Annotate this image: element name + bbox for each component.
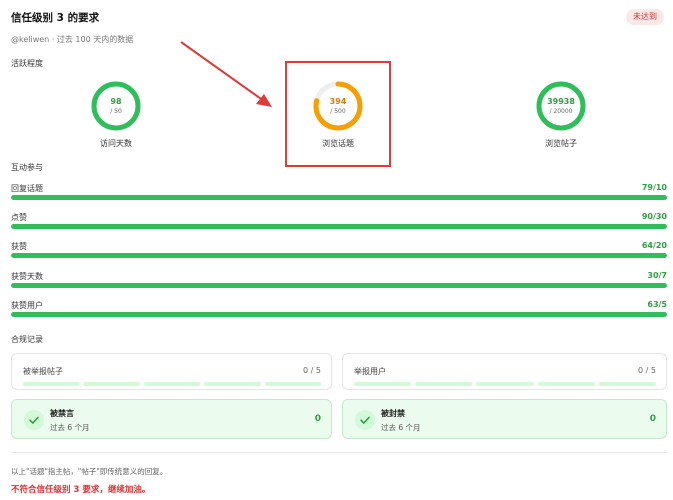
bar-likes-received-label: 获赞 [11,242,27,251]
bar-liked-days-value: 30/7 [647,271,667,280]
ring-visit-days-label: 访问天数 [100,139,132,148]
flagged-users-segments [354,382,657,386]
ring-visit-days-value: 98 [110,97,122,106]
bar-liked-days-label: 获赞天数 [11,272,43,281]
bar-liked-users-track [11,312,667,317]
ring-posts-viewed-arc [536,81,586,131]
bar-likes-given-fill [11,224,667,229]
bar-liked-users-value: 63/5 [647,300,667,309]
ring-visit-days-chart [91,81,141,131]
silenced-count: 0 [314,414,321,424]
ring-visit-days-max: / 50 [110,108,122,115]
bar-likes-received-track [11,253,667,258]
requirement-result: 不符合信任级别 3 要求，继续加油。 [11,485,151,495]
highlight-box [285,61,391,167]
check-icon [355,410,375,430]
ring-posts-viewed-value: 39938 [547,97,575,106]
engagement-section-label: 互动参与 [11,163,43,172]
suspended-title: 被封禁 [381,409,405,418]
ring-visit-days: 98 / 50 访问天数 [36,80,196,149]
bar-liked-users-label: 获赞用户 [11,301,43,310]
ring-posts-viewed-max: / 20000 [549,108,573,115]
activity-section-label: 活跃程度 [11,59,43,68]
bar-replies-track [11,195,667,200]
silenced-card: 被禁言 过去 6 个月 0 [11,399,332,439]
status-badge: 未达到 [626,9,664,25]
bar-liked-days-fill [11,283,667,288]
page-subtitle: @keliwen · 过去 100 天内的数据 [11,35,134,44]
flagged-posts-value: 0 / 5 [303,366,321,375]
bar-replies-value: 79/10 [641,183,667,192]
flagged-users-label: 举报用户 [354,367,386,376]
bar-liked-users-fill [11,312,667,317]
flagged-posts-card: 被举报帖子 0 / 5 [11,353,332,390]
bar-likes-received-fill [11,253,667,258]
ring-posts-viewed: 39938 / 20000 浏览帖子 [481,80,641,149]
bar-liked-days-track [11,283,667,288]
suspended-sub: 过去 6 个月 [381,423,421,432]
flagged-users-card: 举报用户 0 / 5 [342,353,667,390]
silenced-title: 被禁言 [50,409,74,418]
footer-note: 以上"话题"指主帖，"帖子"即传统意义的回复。 [11,467,168,476]
bar-replies-label: 回复话题 [11,184,43,193]
bar-replies-fill [11,195,667,200]
bar-likes-received-value: 64/20 [641,241,667,250]
suspended-card: 被封禁 过去 6 个月 0 [342,399,667,439]
compliance-section-label: 合规记录 [11,335,43,344]
ring-posts-viewed-chart [536,81,586,131]
bar-likes-given-label: 点赞 [11,213,27,222]
footer-divider [11,452,667,453]
flagged-posts-label: 被举报帖子 [23,367,63,376]
suspended-count: 0 [649,414,656,424]
flagged-posts-segments [23,382,322,386]
bar-likes-given-track [11,224,667,229]
page-title: 信任级别 3 的要求 [11,12,100,24]
ring-visit-days-arc [91,81,141,131]
silenced-sub: 过去 6 个月 [50,423,90,432]
flagged-users-value: 0 / 5 [638,366,656,375]
check-icon [24,410,44,430]
ring-posts-viewed-label: 浏览帖子 [545,139,577,148]
bar-likes-given-value: 90/30 [641,212,667,221]
